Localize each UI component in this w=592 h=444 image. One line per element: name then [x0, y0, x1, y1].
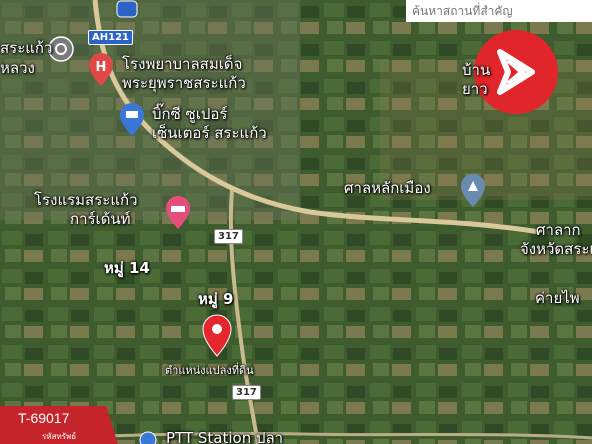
road-shield-317-top: 317 — [214, 229, 243, 244]
label-plot-location: ตำแหน่งแปลงที่ดิน — [165, 364, 254, 377]
location-pin-icon[interactable] — [200, 312, 234, 358]
hospital-icon[interactable]: H — [86, 52, 116, 88]
shopping-cart-icon[interactable] — [117, 102, 147, 138]
label-top-right-2: ยาว — [462, 80, 488, 98]
bus-station-icon[interactable] — [114, 0, 140, 20]
label-top-left-a: สระแก้ว — [0, 39, 53, 57]
hotel-bed-icon[interactable] — [163, 195, 193, 231]
label-village-9: หมู่ 9 — [198, 290, 234, 308]
label-courthouse-2: จังหวัดสระแ — [520, 240, 592, 258]
label-hotel-2: การ์เด้นท์ — [70, 210, 131, 228]
gas-station-icon[interactable] — [135, 430, 161, 444]
property-code: T-69017 — [18, 410, 70, 426]
svg-text:H: H — [96, 60, 107, 75]
label-bigc-2: เซ็นเตอร์ สระแก้ว — [152, 124, 267, 142]
property-code-caption: รหัสทรัพย์ — [42, 432, 76, 441]
property-code-badge: T-69017 รหัสทรัพย์ — [0, 406, 118, 444]
search-input[interactable] — [406, 0, 592, 22]
label-top-left-b: หลวง — [0, 59, 35, 77]
label-village-14: หมู่ 14 — [104, 259, 150, 277]
label-hotel-1: โรงแรมสระแก้ว — [34, 191, 138, 209]
label-hospital-1: โรงพยาบาลสมเด็จ — [122, 55, 243, 73]
landmark-icon[interactable] — [458, 173, 488, 209]
label-ptt-station: PTT Station ปลา — [166, 429, 284, 444]
label-shrine: ศาลหลักเมือง — [344, 179, 431, 197]
label-courthouse-1: ศาลาก — [536, 221, 581, 239]
label-camp: ค่ายไพ — [535, 289, 580, 307]
satellite-map[interactable]: H AH121 317 317 สระแก้ว หลวง โรงพยาบาลสม… — [0, 0, 592, 444]
label-bigc-1: บิ๊กซี ซูเปอร์ — [152, 105, 228, 123]
label-hospital-2: พระยุพราชสระแก้ว — [122, 74, 246, 92]
label-top-right-1: บ้าน — [462, 61, 491, 79]
road-shield-ah121: AH121 — [88, 30, 133, 45]
road-shield-317-bottom: 317 — [232, 385, 261, 400]
